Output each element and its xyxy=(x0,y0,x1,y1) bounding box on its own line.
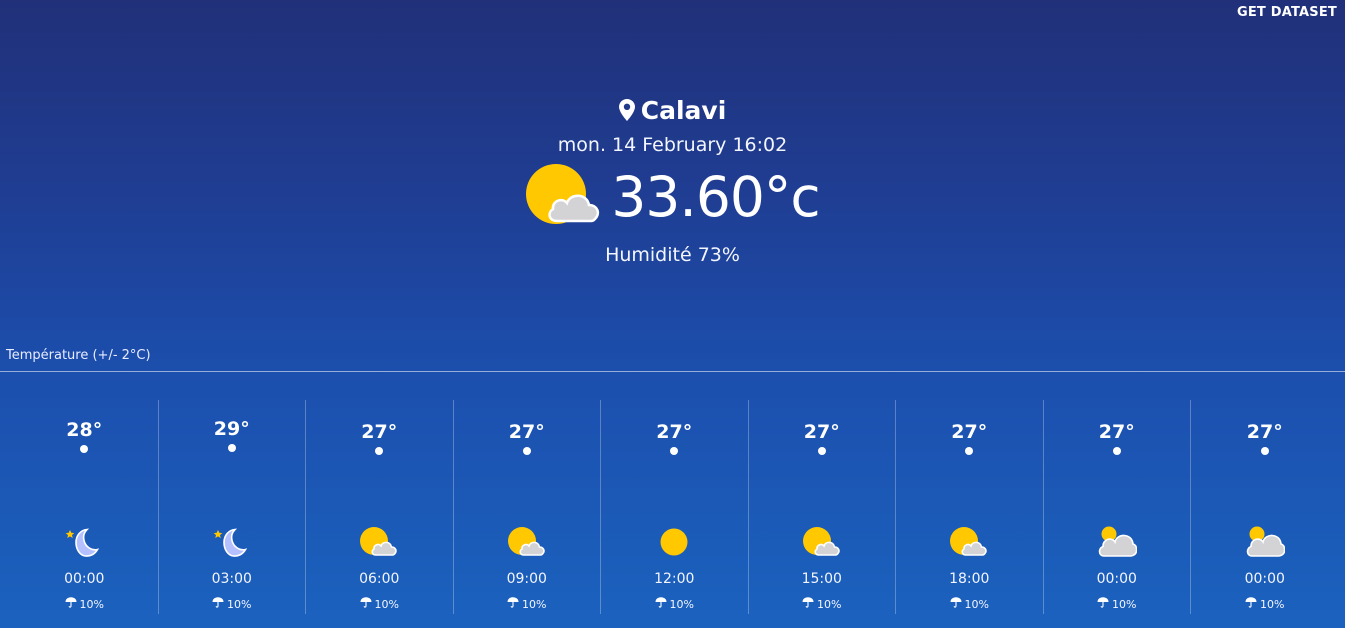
umbrella-icon xyxy=(655,597,667,611)
current-weather: Calavi mon. 14 February 16:02 33.60°c Hu… xyxy=(0,92,1345,266)
forecast-temperature: 27° xyxy=(361,420,398,443)
rain-chance: 10% xyxy=(454,597,601,611)
partly-cloudy-icon xyxy=(525,163,605,231)
forecast-temperature: 27° xyxy=(803,420,840,443)
forecast-time: 09:00 xyxy=(506,571,547,587)
sun-cloud-icon xyxy=(802,524,842,560)
forecast-hour: 27° 00:00 10% xyxy=(1044,400,1191,614)
moon-icon xyxy=(212,524,252,560)
rain-chance: 10% xyxy=(601,597,748,611)
cloud-sun-icon xyxy=(1097,524,1138,560)
rain-chance-value: 10% xyxy=(374,597,399,611)
umbrella-icon xyxy=(507,597,519,611)
umbrella-icon xyxy=(950,597,962,611)
forecast-time: 12:00 xyxy=(654,571,695,587)
rain-chance: 10% xyxy=(11,597,158,611)
forecast-time: 00:00 xyxy=(64,571,105,587)
rain-chance: 10% xyxy=(306,597,453,611)
temperature-point xyxy=(80,445,89,454)
forecast-label: Température (+/- 2°C) xyxy=(6,348,151,363)
rain-chance-value: 10% xyxy=(817,597,842,611)
cloud-sun-icon xyxy=(1245,524,1286,560)
forecast-temperature: 29° xyxy=(213,418,250,440)
current-conditions: 33.60°c xyxy=(0,164,1345,230)
temperature-point xyxy=(965,446,974,455)
forecast-temperature: 27° xyxy=(656,420,693,443)
temperature-point xyxy=(1260,446,1269,455)
sun-icon xyxy=(654,524,694,560)
forecast-time: 15:00 xyxy=(801,571,842,587)
forecast-hour: 29° 03:00 10% xyxy=(159,400,306,614)
forecast-divider xyxy=(0,371,1345,372)
sun-cloud-icon xyxy=(359,524,399,560)
rain-chance-value: 10% xyxy=(1112,597,1137,611)
forecast-hour: 27° 06:00 10% xyxy=(306,400,454,614)
rain-chance: 10% xyxy=(749,597,896,611)
forecast-temperature: 27° xyxy=(1098,420,1135,443)
moon-icon xyxy=(64,524,104,560)
forecast-hour: 28° 00:00 10% xyxy=(11,400,159,614)
forecast-time: 18:00 xyxy=(949,571,990,587)
forecast-hour: 27° 15:00 10% xyxy=(749,400,896,614)
sun-cloud-icon xyxy=(949,524,989,560)
current-datetime: mon. 14 February 16:02 xyxy=(557,134,788,156)
forecast-hour: 27° 09:00 10% xyxy=(454,400,601,614)
rain-chance-value: 10% xyxy=(669,597,694,611)
rain-chance-value: 10% xyxy=(1260,597,1285,611)
rain-chance: 10% xyxy=(1044,597,1191,611)
forecast-time: 00:00 xyxy=(1096,571,1137,587)
current-temperature: 33.60°c xyxy=(611,165,820,229)
temperature-point xyxy=(375,446,384,455)
current-humidity: Humidité 73% xyxy=(605,244,740,266)
sun-cloud-icon xyxy=(507,524,547,560)
rain-chance-value: 10% xyxy=(79,597,104,611)
forecast-temperature: 27° xyxy=(951,420,988,443)
forecast-hour: 27° 00:00 10% xyxy=(1191,400,1339,614)
umbrella-icon xyxy=(65,597,77,611)
location-header: Calavi xyxy=(0,92,1345,128)
rain-chance: 10% xyxy=(159,597,306,611)
forecast-temperature: 27° xyxy=(1246,420,1283,443)
forecast-time: 06:00 xyxy=(359,571,400,587)
rain-chance-value: 10% xyxy=(964,597,989,611)
location-name: Calavi xyxy=(640,95,727,125)
rain-chance-value: 10% xyxy=(227,597,252,611)
forecast-time: 03:00 xyxy=(211,571,252,587)
rain-chance-value: 10% xyxy=(522,597,547,611)
umbrella-icon xyxy=(360,597,372,611)
temperature-point xyxy=(817,446,826,455)
umbrella-icon xyxy=(1245,597,1257,611)
location-pin-icon xyxy=(618,99,635,121)
forecast-hour: 27° 18:00 10% xyxy=(896,400,1044,614)
umbrella-icon xyxy=(212,597,224,611)
rain-chance: 10% xyxy=(1191,597,1339,611)
get-dataset-button[interactable]: GET DATASET xyxy=(1237,5,1337,20)
temperature-point xyxy=(227,444,236,452)
hourly-forecast: 28° 00:00 10% 29° 03:00 10% 27° 06:00 10% 27° 09:0… xyxy=(11,400,1339,614)
forecast-temperature: 28° xyxy=(66,419,103,442)
forecast-time: 00:00 xyxy=(1244,571,1285,587)
temperature-point xyxy=(1112,446,1121,455)
forecast-hour: 27° 12:00 10% xyxy=(601,400,749,614)
umbrella-icon xyxy=(1097,597,1109,611)
umbrella-icon xyxy=(802,597,814,611)
temperature-point xyxy=(670,446,679,455)
temperature-point xyxy=(522,446,531,455)
rain-chance: 10% xyxy=(896,597,1043,611)
forecast-temperature: 27° xyxy=(508,420,545,443)
